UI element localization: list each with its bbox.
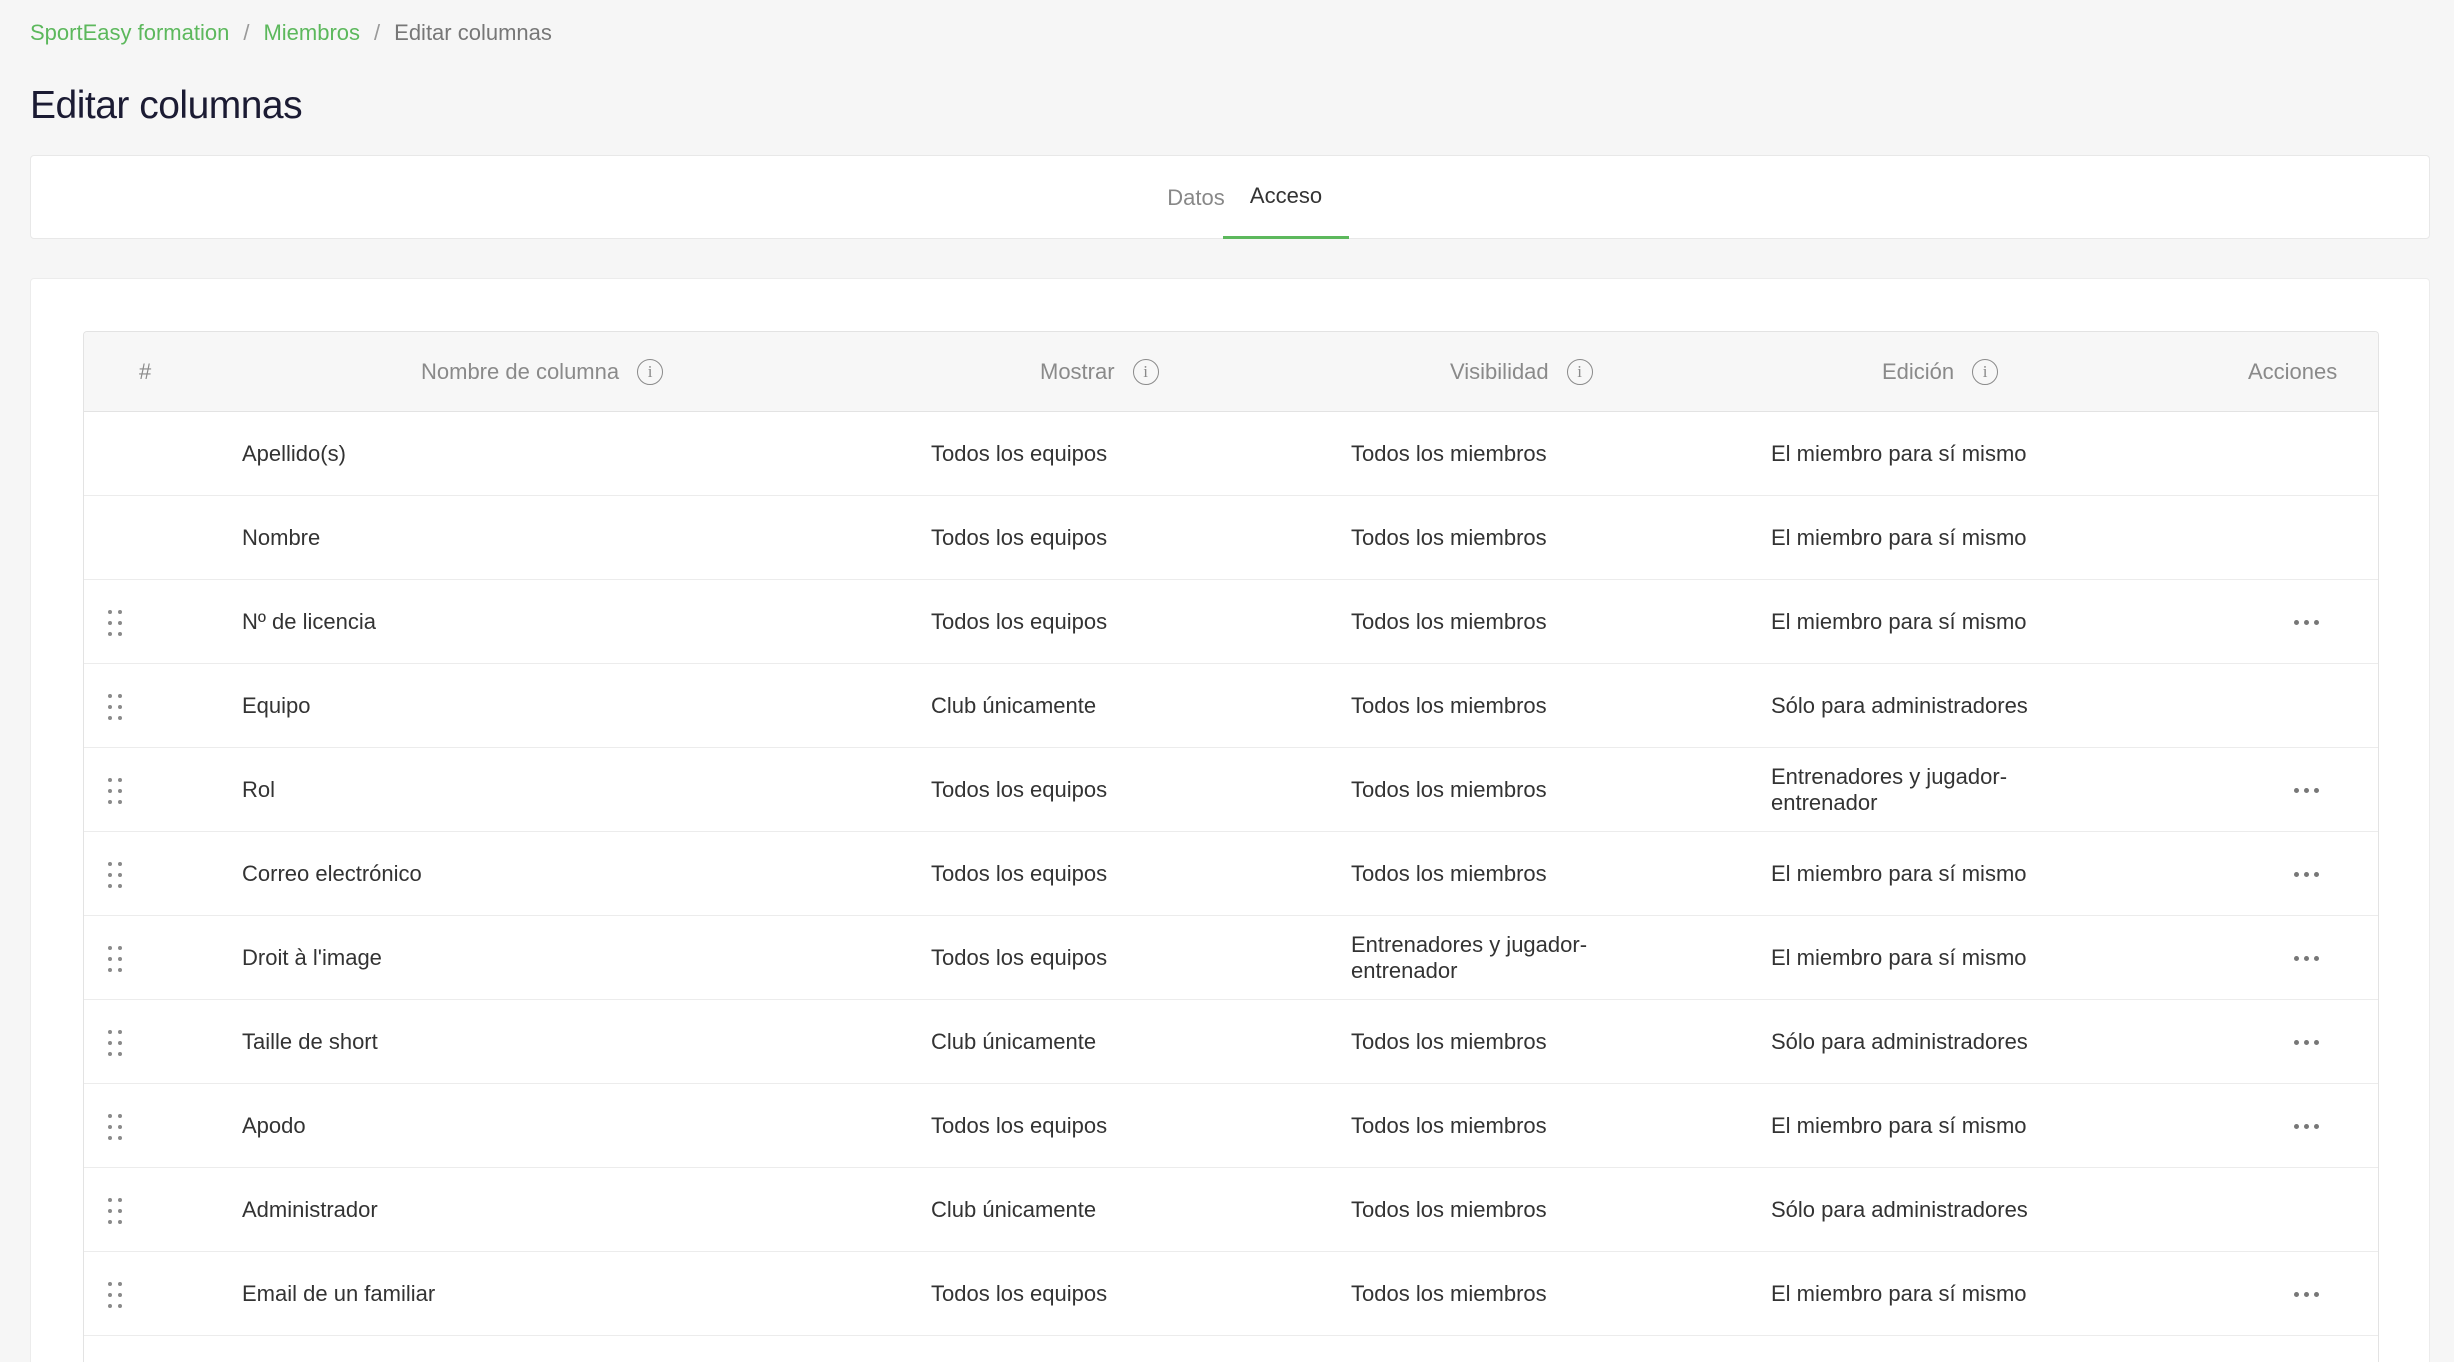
cell-column-name: Apellido(s) [242, 441, 346, 466]
table-row: Correo electrónico Todos los equipos Todos… [84, 832, 2378, 916]
table-row: Apellido(s) Todos los equipos Todos los mi… [84, 412, 2378, 496]
cell-show: Todos los equipos [931, 441, 1108, 466]
table-row: Equipo Club únicamente Todos los miembros S… [84, 664, 2378, 748]
cell-edit: El miembro para sí mismo [1771, 609, 2027, 634]
cell-edit: Sólo para administradores [1771, 1029, 2028, 1054]
content-card: # Nombre de columna i Mostrar i Visibili… [30, 278, 2430, 1362]
cell-visibility: Todos los miembros [1351, 609, 1547, 634]
cell-show: Club únicamente [931, 693, 1097, 718]
cell-column-name: Rol [242, 777, 276, 802]
page-title: Editar columnas [30, 84, 303, 127]
cell-show: Club únicamente [931, 1029, 1097, 1054]
table-row: Nombre Todos los equipos Todos los miembro… [84, 496, 2378, 580]
drag-handle-icon[interactable] [108, 1198, 122, 1224]
cell-edit: El miembro para sí mismo [1771, 525, 2027, 550]
cell-edit: Sólo para administradores [1771, 1197, 2028, 1222]
cell-edit: El miembro para sí mismo [1771, 1113, 2027, 1138]
table-body: Apellido(s) Todos los equipos Todos los mi… [84, 412, 2378, 1336]
drag-handle-icon[interactable] [108, 946, 122, 972]
info-icon[interactable]: i [637, 359, 664, 385]
cell-visibility: Todos los miembros [1351, 1281, 1547, 1306]
cell-edit: El miembro para sí mismo [1771, 945, 2027, 970]
header-edit-label: Edición [1882, 359, 1955, 384]
cell-show: Todos los equipos [931, 945, 1108, 970]
breadcrumb-separator: / [243, 20, 250, 45]
cell-visibility: Entrenadores y jugador-entrenador [1351, 932, 1588, 983]
cell-show: Club únicamente [931, 1197, 1097, 1222]
header-edit: Edición i [1882, 332, 1999, 412]
drag-handle-icon[interactable] [108, 610, 122, 636]
drag-handle-icon[interactable] [108, 1282, 122, 1308]
info-icon[interactable]: i [1566, 359, 1593, 385]
cell-column-name: Email de un familiar [242, 1281, 436, 1306]
more-horizontal-icon[interactable] [2294, 1252, 2319, 1336]
cell-visibility: Todos los miembros [1351, 1113, 1547, 1138]
more-horizontal-icon[interactable] [2294, 916, 2319, 1000]
breadcrumb-current: Editar columnas [394, 20, 552, 45]
header-show-label: Mostrar [1040, 359, 1115, 384]
cell-show: Todos los equipos [931, 1113, 1108, 1138]
cell-column-name: Correo electrónico [242, 861, 422, 886]
cell-visibility: Todos los miembros [1351, 1029, 1547, 1054]
cell-edit: Entrenadores y jugador-entrenador [1771, 764, 2008, 815]
header-actions: Acciones [2248, 359, 2338, 384]
cell-column-name: Administrador [242, 1197, 378, 1222]
cell-show: Todos los equipos [931, 609, 1108, 634]
cell-edit: Sólo para administradores [1771, 693, 2028, 718]
table-row: Nº de licencia Todos los equipos Todos los… [84, 580, 2378, 664]
breadcrumb-separator: / [374, 20, 381, 45]
cell-column-name: Apodo [242, 1113, 306, 1138]
more-horizontal-icon[interactable] [2294, 832, 2319, 916]
cell-show: Todos los equipos [931, 525, 1108, 550]
cell-show: Todos los equipos [931, 1281, 1108, 1306]
drag-handle-icon[interactable] [108, 778, 122, 804]
table-row: Rol Todos los equipos Todos los miembros En… [84, 748, 2378, 832]
tab-acceso[interactable]: Acceso [1223, 156, 1349, 239]
drag-handle-icon[interactable] [108, 1114, 122, 1140]
cell-edit: El miembro para sí mismo [1771, 861, 2027, 886]
header-visibility: Visibilidad i [1450, 332, 1593, 412]
more-horizontal-icon[interactable] [2294, 1000, 2319, 1084]
cell-column-name: Nº de licencia [242, 609, 376, 634]
cell-show: Todos los equipos [931, 777, 1108, 802]
table-row: Apodo Todos los equipos Todos los miembros… [84, 1084, 2378, 1168]
cell-visibility: Todos los miembros [1351, 777, 1547, 802]
drag-handle-icon[interactable] [108, 862, 122, 888]
table-row: Taille de short Club únicamente Todos los … [84, 1000, 2378, 1084]
header-show: Mostrar i [1040, 332, 1159, 412]
cell-column-name: Nombre [242, 525, 321, 550]
cell-visibility: Todos los miembros [1351, 861, 1547, 886]
drag-handle-icon[interactable] [108, 1030, 122, 1056]
info-icon[interactable]: i [1132, 359, 1159, 385]
header-visibility-label: Visibilidad [1450, 359, 1549, 384]
cell-visibility: Todos los miembros [1351, 1197, 1547, 1222]
header-column-name: Nombre de columna i [421, 332, 664, 412]
cell-visibility: Todos los miembros [1351, 693, 1547, 718]
tabs-bar: Datos Acceso [30, 155, 2430, 239]
cell-edit: El miembro para sí mismo [1771, 441, 2027, 466]
header-column-name-label: Nombre de columna [421, 359, 620, 384]
cell-column-name: Droit à l'image [242, 945, 382, 970]
cell-visibility: Todos los miembros [1351, 525, 1547, 550]
columns-table: # Nombre de columna i Mostrar i Visibili… [83, 331, 2379, 1362]
table-row: Email de un familiar Todos los equipos Tod… [84, 1252, 2378, 1336]
cell-show: Todos los equipos [931, 861, 1108, 886]
cell-column-name: Equipo [242, 693, 311, 718]
breadcrumb-link-sporteasy-formation[interactable]: SportEasy formation [30, 20, 229, 46]
header-index: # [139, 359, 152, 384]
table-row: Administrador Club únicamente Todos los mi… [84, 1168, 2378, 1252]
breadcrumb: SportEasy formation / Miembros / Editar … [30, 20, 552, 46]
cell-edit: El miembro para sí mismo [1771, 1281, 2027, 1306]
breadcrumb-link-miembros[interactable]: Miembros [263, 20, 360, 46]
more-horizontal-icon[interactable] [2294, 580, 2319, 664]
more-horizontal-icon[interactable] [2294, 1084, 2319, 1168]
info-icon[interactable]: i [1972, 359, 1999, 385]
cell-visibility: Todos los miembros [1351, 441, 1547, 466]
table-row: Droit à l'image Todos los equipos Entrenad… [84, 916, 2378, 1000]
drag-handle-icon[interactable] [108, 694, 122, 720]
cell-column-name: Taille de short [242, 1029, 378, 1054]
more-horizontal-icon[interactable] [2294, 748, 2319, 832]
table-header: # Nombre de columna i Mostrar i Visibili… [84, 332, 2378, 412]
